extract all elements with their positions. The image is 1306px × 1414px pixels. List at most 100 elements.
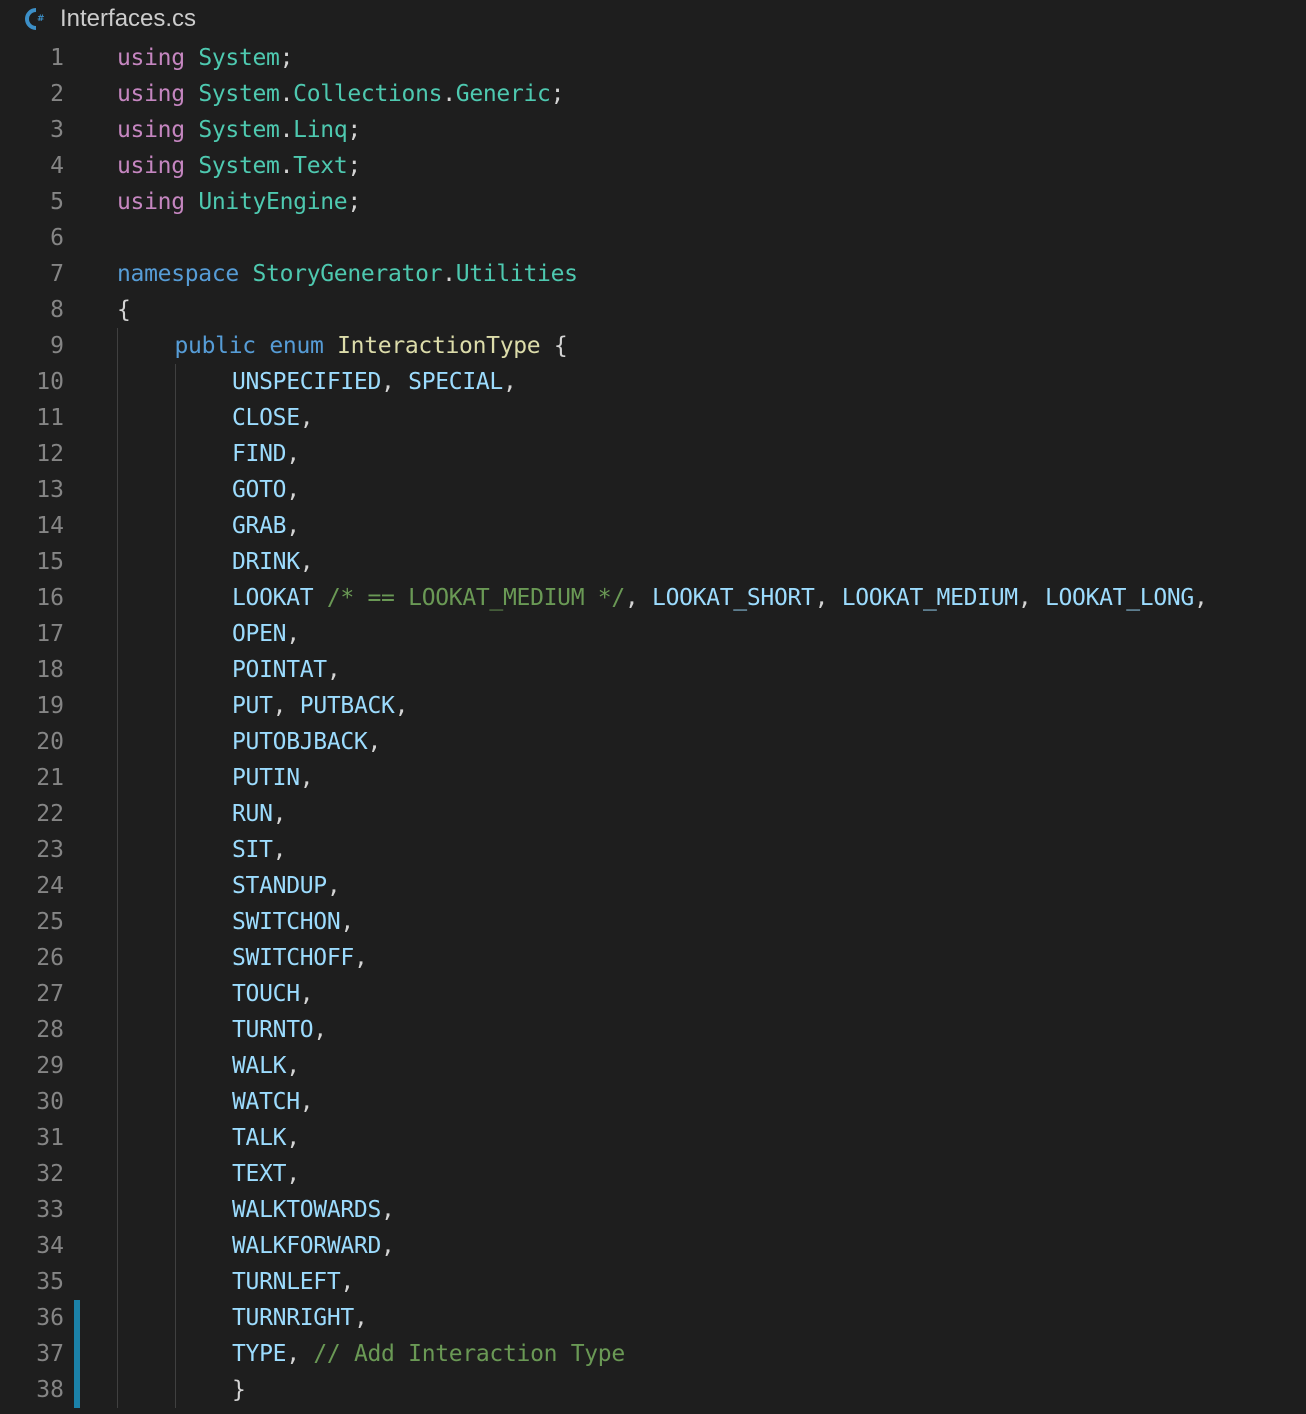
indent-guide [117,868,118,904]
code-token: TURNTO [232,1017,314,1043]
code-line[interactable]: 37 TYPE, // Add Interaction Type [0,1336,1306,1372]
code-line[interactable]: 36 TURNRIGHT, [0,1300,1306,1336]
modified-line-indicator[interactable] [74,1300,80,1336]
line-number: 19 [36,693,64,719]
code-token: . [442,81,456,107]
line-number: 34 [36,1233,64,1259]
code-line[interactable]: 10 UNSPECIFIED, SPECIAL, [0,364,1306,400]
code-token: using [117,45,185,71]
code-line[interactable]: 31 TALK, [0,1120,1306,1156]
code-line[interactable]: 21 PUTIN, [0,760,1306,796]
code-editor[interactable]: 1 using System; 2 using System.Collections.… [0,40,1306,1408]
code-token: . [279,153,294,179]
indent-guide [175,1192,176,1228]
code-line[interactable]: 29 WALK, [0,1048,1306,1084]
indent-guide [175,436,176,472]
indent-guide [175,760,176,796]
code-text: SIT, [232,832,287,868]
indent-guide [175,724,176,760]
code-text: } [232,1372,246,1408]
indent-guide [117,580,118,616]
code-token: , [286,441,300,467]
indent-guide [175,364,176,400]
code-line[interactable]: 20 PUTOBJBACK, [0,724,1306,760]
indent-guide [117,1372,118,1408]
code-line[interactable]: 19 PUT, PUTBACK, [0,688,1306,724]
modified-line-indicator[interactable] [74,1372,80,1408]
line-number: 24 [36,873,64,899]
indent-guide [117,832,118,868]
code-line[interactable]: 15 DRINK, [0,544,1306,580]
indent-guide [117,1156,118,1192]
code-token: WALK [232,1053,287,1079]
modified-line-indicator[interactable] [74,1336,80,1372]
line-number: 31 [36,1125,64,1151]
code-line[interactable]: 8{ [0,292,1306,328]
indent-guide [175,544,176,580]
code-token: ; [279,45,294,71]
indent-guide [117,328,118,364]
code-token: ; [347,189,361,215]
code-line[interactable]: 14 GRAB, [0,508,1306,544]
code-token: UNSPECIFIED [232,369,382,395]
code-text: TURNTO, [232,1012,327,1048]
code-text: WATCH, [232,1084,314,1120]
code-token: using [117,117,185,143]
code-line[interactable]: 26 SWITCHOFF, [0,940,1306,976]
code-line[interactable]: 13 GOTO, [0,472,1306,508]
code-line[interactable]: 7 namespace StoryGenerator.Utilities [0,256,1306,292]
code-text: using System; [117,40,293,76]
code-token: Collections [293,81,443,107]
code-text: PUTIN, [232,760,314,796]
code-line[interactable]: 28 TURNTO, [0,1012,1306,1048]
indent-guide [117,688,118,724]
code-line[interactable]: 3 using System.Linq; [0,112,1306,148]
code-token: , [286,1341,314,1367]
code-line[interactable]: 1 using System; [0,40,1306,76]
code-token: , [1193,585,1208,611]
indent-guide [175,580,176,616]
indent-guide [175,472,176,508]
indent-guide [117,1012,118,1048]
code-token: WATCH [232,1089,300,1115]
code-line[interactable]: 32 TEXT, [0,1156,1306,1192]
code-line[interactable]: 17 OPEN, [0,616,1306,652]
code-line[interactable]: 18 POINTAT, [0,652,1306,688]
code-token: , [272,801,287,827]
csharp-file-icon: # [25,8,45,30]
code-line[interactable]: 24 STANDUP, [0,868,1306,904]
indent-guide [175,940,176,976]
indent-guide [117,364,118,400]
code-line[interactable]: 30 WATCH, [0,1084,1306,1120]
editor-tab[interactable]: # Interfaces.cs [0,0,1306,38]
code-token: , [299,1089,314,1115]
code-line[interactable]: 34 WALKFORWARD, [0,1228,1306,1264]
code-token: StoryGenerator [252,261,443,287]
code-line[interactable]: 11 CLOSE, [0,400,1306,436]
tab-filename: Interfaces.cs [60,5,197,32]
code-text: FIND, [232,436,300,472]
code-line[interactable]: 27 TOUCH, [0,976,1306,1012]
code-line[interactable]: 9 public enum InteractionType { [0,328,1306,364]
code-line[interactable]: 5 using UnityEngine; [0,184,1306,220]
code-line[interactable]: 12 FIND, [0,436,1306,472]
code-token: , [340,909,354,935]
code-line[interactable]: 4 using System.Text; [0,148,1306,184]
code-line[interactable]: 35 TURNLEFT, [0,1264,1306,1300]
code-line[interactable]: 23 SIT, [0,832,1306,868]
line-number: 21 [36,765,64,791]
indent-guide [117,904,118,940]
code-line[interactable]: 2 using System.Collections.Generic; [0,76,1306,112]
code-line[interactable]: 38} [0,1372,1306,1408]
code-token: System [198,45,280,71]
code-line[interactable]: 22 RUN, [0,796,1306,832]
code-token: LOOKAT_MEDIUM [841,585,1018,611]
code-line[interactable]: 6 [0,220,1306,256]
code-token: . [442,261,456,287]
line-number: 27 [36,981,64,1007]
code-line[interactable]: 16 LOOKAT /* == LOOKAT_MEDIUM */, LOOKAT_… [0,580,1306,616]
code-line[interactable]: 33 WALKTOWARDS, [0,1192,1306,1228]
code-line[interactable]: 25 SWITCHON, [0,904,1306,940]
indent-guide [175,1300,176,1336]
